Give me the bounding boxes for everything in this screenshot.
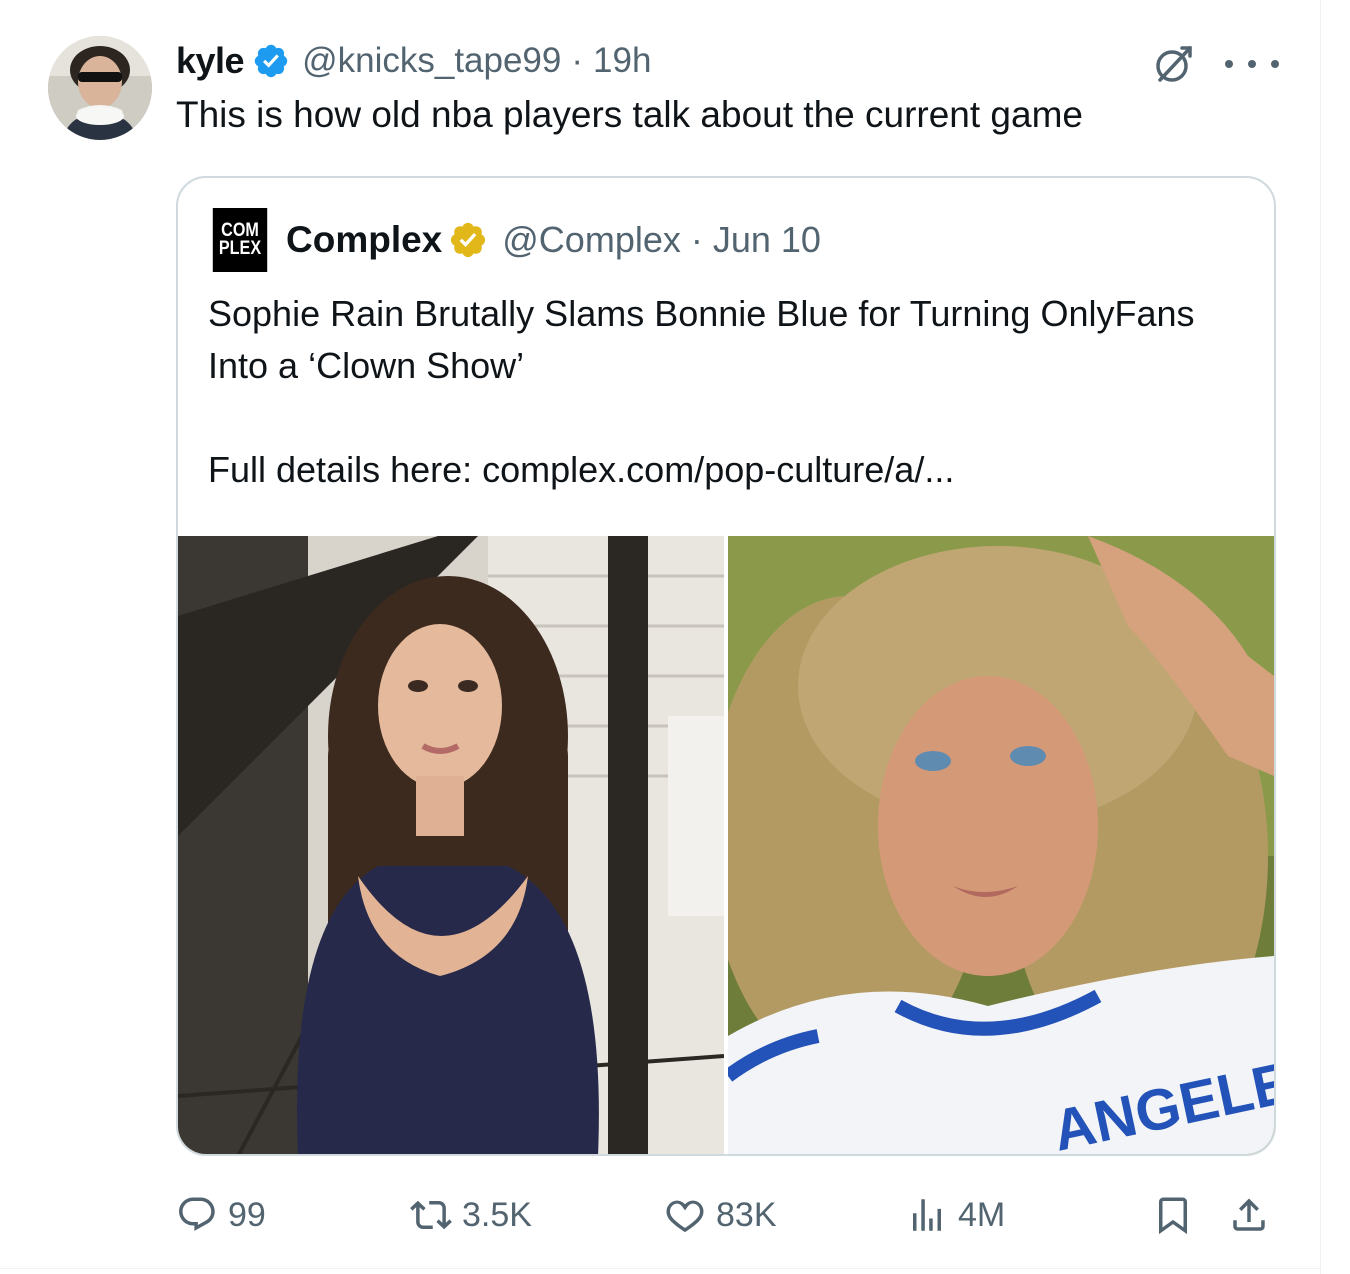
gold-verified-badge-icon xyxy=(448,220,488,260)
quoted-headline: Sophie Rain Brutally Slams Bonnie Blue f… xyxy=(208,293,1195,386)
quoted-tweet[interactable]: COM PLEX Complex @Complex · Jun 10 Sophi… xyxy=(176,176,1276,1156)
photo-left[interactable] xyxy=(178,536,724,1154)
views-button[interactable]: 4M xyxy=(906,1190,1005,1240)
tweet-timestamp[interactable]: 19h xyxy=(593,41,651,81)
tweet-header: kyle @knicks_tape99 · 19h xyxy=(176,38,651,84)
more-options-icon[interactable] xyxy=(1225,44,1279,84)
bookmark-icon xyxy=(1159,1197,1187,1235)
views-chart-icon xyxy=(913,1199,941,1231)
photo-right[interactable]: ANGELES xyxy=(728,536,1274,1154)
tweet-actions: 99 3.5K 83K 4M xyxy=(176,1190,1280,1240)
author-avatar[interactable] xyxy=(48,36,152,140)
tweet-text: This is how old nba players talk about t… xyxy=(176,94,1083,135)
quoted-tweet-header: COM PLEX Complex @Complex · Jun 10 xyxy=(208,208,821,272)
reply-count: 99 xyxy=(228,1195,266,1234)
logo-text-line2: PLEX xyxy=(218,238,262,259)
repost-count: 3.5K xyxy=(462,1195,532,1234)
quoted-tweet-text: Sophie Rain Brutally Slams Bonnie Blue f… xyxy=(208,288,1248,496)
author-display-name[interactable]: kyle xyxy=(176,40,245,82)
quoted-header-separator: · xyxy=(690,219,703,260)
like-count: 83K xyxy=(716,1195,777,1234)
timeline-bottom-border xyxy=(0,1268,1321,1269)
quoted-date[interactable]: Jun 10 xyxy=(713,219,821,261)
reply-icon xyxy=(179,1197,215,1231)
grok-icon[interactable] xyxy=(1150,40,1198,88)
repost-button[interactable]: 3.5K xyxy=(410,1190,532,1240)
quoted-link-text[interactable]: Full details here: complex.com/pop-cultu… xyxy=(208,444,1248,496)
bookmark-button[interactable] xyxy=(1152,1190,1204,1240)
timeline-right-border xyxy=(1320,0,1321,1274)
quoted-media: ANGELES xyxy=(178,536,1274,1154)
author-handle[interactable]: @knicks_tape99 xyxy=(302,41,561,81)
views-count: 4M xyxy=(958,1195,1006,1234)
like-button[interactable]: 83K xyxy=(664,1190,777,1240)
share-button[interactable] xyxy=(1228,1190,1280,1240)
quoted-author-handle[interactable]: @Complex xyxy=(502,219,681,261)
reply-button[interactable]: 99 xyxy=(176,1190,266,1240)
quoted-author-name[interactable]: Complex xyxy=(286,219,442,261)
verified-badge-icon xyxy=(252,42,290,80)
complex-logo[interactable]: COM PLEX xyxy=(212,208,268,272)
heart-icon xyxy=(666,1200,704,1233)
share-icon xyxy=(1233,1198,1265,1231)
repost-icon xyxy=(410,1200,452,1230)
header-separator: · xyxy=(571,41,584,80)
